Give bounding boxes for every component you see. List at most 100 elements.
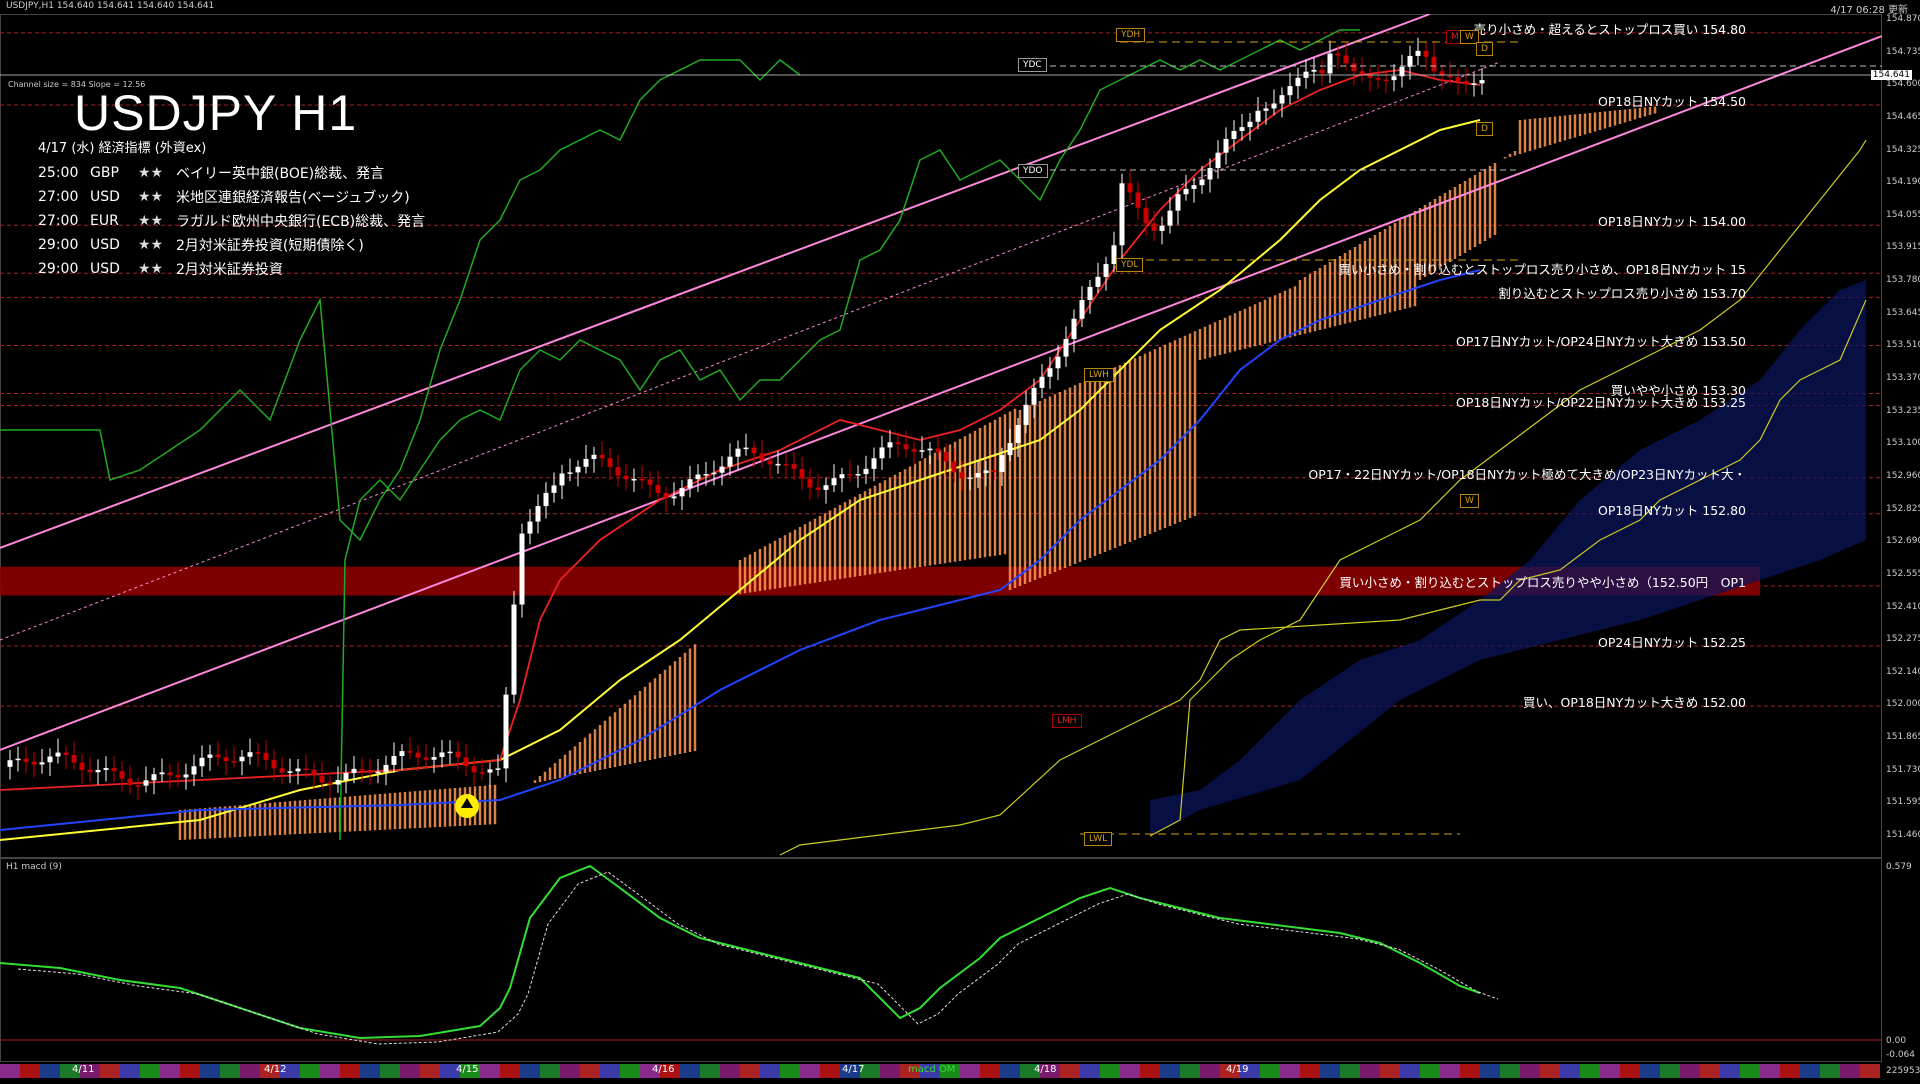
chart-title: USDJPY H1 (74, 85, 358, 141)
date-segment (480, 1064, 500, 1078)
price-axis-label: 151.460 (1886, 830, 1920, 840)
candle-body (439, 752, 445, 758)
candle-body (655, 484, 661, 493)
marker-ydc-label: YDC (1018, 58, 1047, 72)
level-label: OP17日NYカット/OP24日NYカット大きめ 153.50 (1456, 334, 1746, 350)
event-importance: ★★ (138, 213, 164, 229)
date-segment (980, 1064, 1000, 1078)
candle-body (855, 474, 861, 476)
candle-body (1231, 130, 1237, 139)
date-segment (1080, 1064, 1100, 1078)
candle-body (1167, 210, 1173, 226)
price-axis-label: 152.690 (1886, 536, 1920, 547)
candle-body (631, 478, 637, 481)
candle-body (15, 758, 21, 761)
marker-ydh-label: YDH (1116, 28, 1146, 42)
event-row: 27:00 EUR ★★ ラガルド欧州中央銀行(ECB)総裁、発言 (38, 209, 425, 233)
price-axis-label: 153.510 (1886, 340, 1920, 351)
price-axis-label: 152.275 (1886, 634, 1920, 645)
date-label: 4/11 (72, 1064, 95, 1075)
event-currency: USD (90, 261, 120, 277)
macd-signal-line (17, 871, 1499, 1045)
date-segment (780, 1064, 800, 1078)
candle-body (1143, 207, 1149, 224)
macd-axis-label: 0.579 (1886, 862, 1912, 872)
candle-body (903, 444, 909, 450)
candle-body (151, 774, 157, 781)
date-segment (880, 1064, 900, 1078)
price-axis-label: 152.410 (1886, 601, 1920, 612)
date-segment (540, 1064, 560, 1078)
candle-body (743, 447, 749, 450)
date-segment (1440, 1064, 1460, 1078)
candle-body (703, 473, 709, 476)
candle-body (599, 454, 605, 459)
candle-body (63, 752, 69, 755)
candle-body (1055, 356, 1061, 369)
candle-body (7, 760, 13, 767)
price-axis-label: 153.915 (1886, 242, 1920, 253)
candle-body (1119, 183, 1125, 246)
date-segment (680, 1064, 700, 1078)
candle-body (1079, 300, 1085, 319)
candle-body (1151, 223, 1157, 231)
date-segment (120, 1064, 140, 1078)
date-label: 4/15 (456, 1064, 479, 1075)
candle-body (999, 455, 1005, 472)
price-axis-label: 154.465 (1886, 111, 1920, 122)
candle-body (559, 473, 565, 486)
level-label: OP18日NYカット/OP22日NYカット大きめ 153.25 (1456, 394, 1746, 410)
date-segment (820, 1064, 840, 1078)
date-label: 4/19 (1226, 1064, 1249, 1075)
event-importance: ★★ (138, 165, 164, 181)
date-segment (1560, 1064, 1580, 1078)
candle-body (119, 771, 125, 779)
candle-body (1127, 183, 1133, 193)
date-segment (1400, 1064, 1420, 1078)
price-axis-label: 151.595 (1886, 797, 1920, 808)
symbol-quote: USDJPY,H1 154.640 154.641 154.640 154.64… (6, 1, 215, 11)
candle-body (751, 447, 757, 454)
candle-body (535, 506, 541, 522)
price-axis-label: 154.735 (1886, 46, 1920, 57)
candle-body (951, 461, 957, 473)
macd-axis-label: 0.00 (1886, 1036, 1907, 1046)
candle-body (1455, 77, 1461, 82)
candle-body (799, 469, 805, 479)
event-time: 27:00 (38, 189, 79, 205)
candle-body (1391, 76, 1397, 81)
candle-body (31, 761, 37, 765)
candle-body (823, 485, 829, 490)
candle-body (495, 768, 501, 770)
candle-body (1351, 63, 1357, 72)
candle-body (191, 766, 197, 775)
date-segment (1300, 1064, 1320, 1078)
date-segment (1380, 1064, 1400, 1078)
event-time: 27:00 (38, 213, 79, 229)
candle-body (327, 782, 333, 785)
date-segment (500, 1064, 520, 1078)
candle-body (807, 478, 813, 488)
macd-panel[interactable] (0, 858, 1882, 1062)
date-segment (1140, 1064, 1160, 1078)
title-bar: USDJPY,H1 154.640 154.641 154.640 154.64… (0, 0, 1920, 16)
date-segment (560, 1064, 580, 1078)
candle-body (1415, 50, 1421, 56)
future-cloud (1150, 280, 1866, 836)
level-label: OP24日NYカット 152.25 (1598, 635, 1746, 651)
candle-body (351, 768, 357, 773)
marker-lmh-label: LMH (1052, 714, 1082, 728)
candle-body (983, 470, 989, 474)
candle-body (671, 496, 677, 499)
marker-ydo-label: YDO (1018, 164, 1048, 178)
candle-body (1343, 55, 1349, 64)
candle-body (935, 448, 941, 453)
candle-body (791, 464, 797, 470)
date-segment (1420, 1064, 1440, 1078)
price-axis-label: 151.730 (1886, 764, 1920, 775)
candle-body (967, 477, 973, 480)
candle-body (887, 442, 893, 448)
candle-body (1095, 276, 1101, 287)
candle-body (1239, 127, 1245, 131)
date-segment (400, 1064, 420, 1078)
